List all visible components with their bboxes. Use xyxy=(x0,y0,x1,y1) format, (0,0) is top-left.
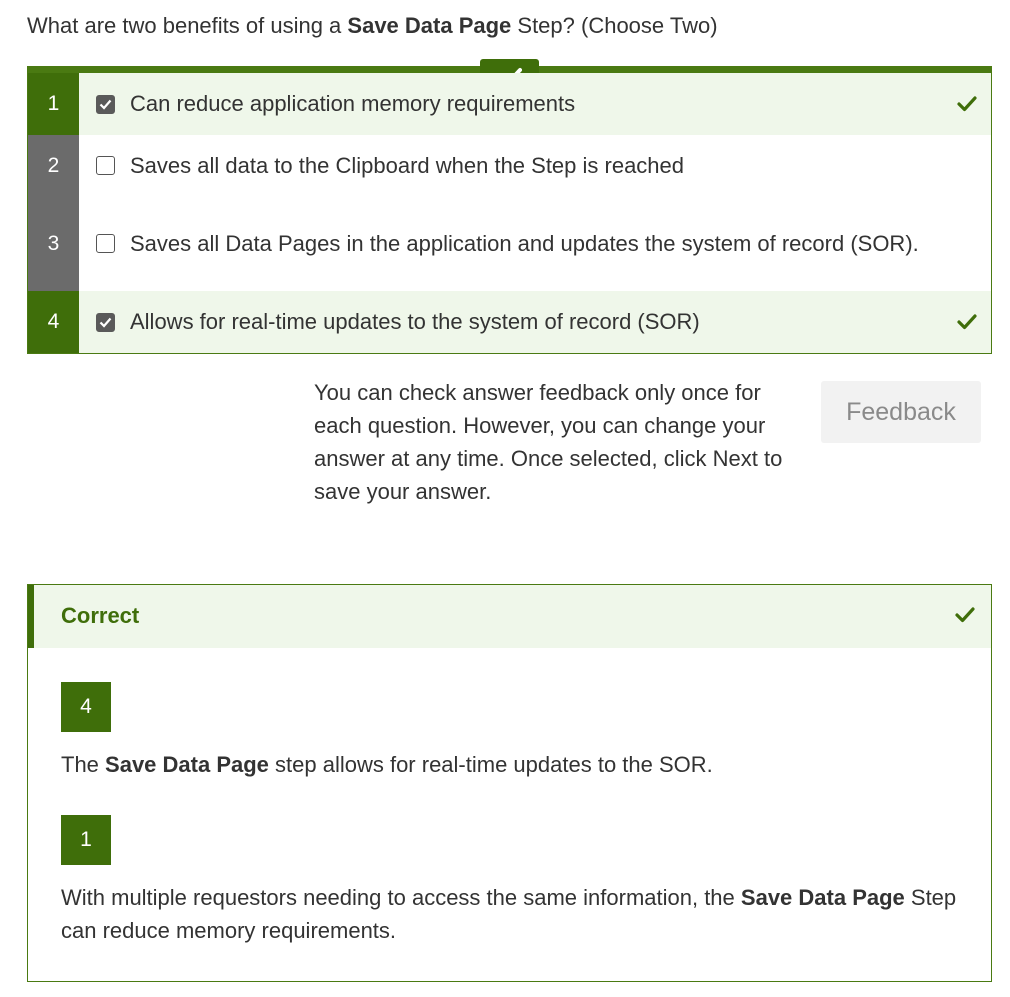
result-panel: Correct 4 The Save Data Page step allows… xyxy=(27,584,992,982)
answer-option-3[interactable]: 3 Saves all Data Pages in the applicatio… xyxy=(28,196,991,291)
option-number: 2 xyxy=(28,135,79,196)
question-text: What are two benefits of using a Save Da… xyxy=(27,13,718,38)
feedback-option-number: 1 xyxy=(61,815,111,865)
option-checkbox[interactable] xyxy=(96,156,115,175)
correct-checkmark-icon xyxy=(957,314,977,330)
answer-option-2[interactable]: 2 Saves all data to the Clipboard when t… xyxy=(28,135,991,196)
option-checkbox[interactable] xyxy=(96,234,115,253)
feedback-button[interactable]: Feedback xyxy=(821,381,981,443)
option-label: Saves all Data Pages in the application … xyxy=(130,230,919,256)
option-label: Can reduce application memory requiremen… xyxy=(130,91,576,116)
correct-checkmark-icon xyxy=(955,607,975,623)
option-checkbox[interactable] xyxy=(96,94,115,114)
answer-option-1[interactable]: 1 Can reduce application memory requirem… xyxy=(28,73,991,135)
option-label: Saves all data to the Clipboard when the… xyxy=(130,152,685,178)
option-number: 1 xyxy=(28,73,79,135)
checkbox-check-icon xyxy=(99,99,112,110)
option-label: Allows for real-time updates to the syst… xyxy=(130,309,700,334)
option-checkbox[interactable] xyxy=(96,312,115,332)
feedback-explanation: The Save Data Page step allows for real-… xyxy=(61,752,713,777)
option-number: 3 xyxy=(28,196,79,291)
correct-checkmark-icon xyxy=(957,96,977,112)
option-number: 4 xyxy=(28,291,79,353)
checkbox-check-icon xyxy=(99,317,112,328)
feedback-explanation: With multiple requestors needing to acce… xyxy=(61,885,957,943)
result-title: Correct xyxy=(61,603,140,628)
answer-option-4[interactable]: 4 Allows for real-time updates to the sy… xyxy=(28,291,991,353)
answer-options-panel: 1 Can reduce application memory requirem… xyxy=(27,59,992,354)
result-header: Correct xyxy=(28,585,991,648)
feedback-option-number: 4 xyxy=(61,682,111,732)
feedback-info-text: You can check answer feedback only once … xyxy=(314,380,783,504)
